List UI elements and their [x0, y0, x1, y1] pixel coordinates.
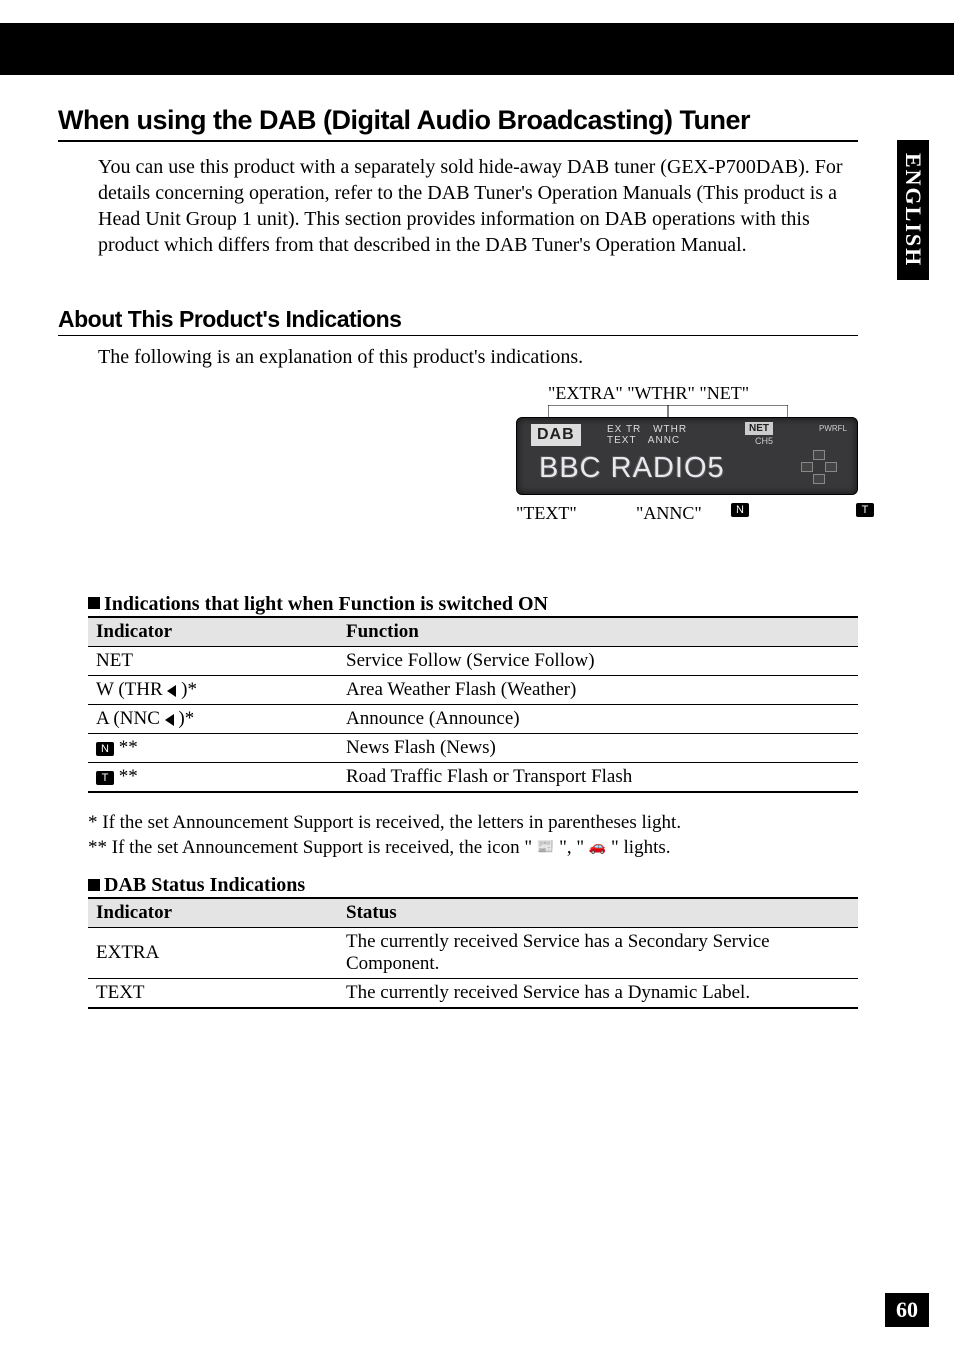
display-diagram: "EXTRA" "WTHR" "NET" DAB EX TR WTHR TEXT… — [98, 383, 858, 563]
bullet-icon — [88, 597, 100, 609]
cell-indicator: EXTRA — [88, 928, 338, 979]
table-row: T ** Road Traffic Flash or Transport Fla… — [88, 763, 858, 793]
left-triangle-icon — [165, 714, 174, 726]
lcd-net: NET — [745, 422, 773, 435]
lcd-channel: CH5 — [755, 436, 773, 446]
dab-badge: DAB — [531, 424, 581, 446]
n-icon: N — [96, 742, 114, 756]
page-title: When using the DAB (Digital Audio Broadc… — [58, 105, 858, 142]
intro-paragraph: You can use this product with a separate… — [98, 154, 858, 258]
cell-function: Area Weather Flash (Weather) — [338, 676, 858, 705]
cell-function: Service Follow (Service Follow) — [338, 647, 858, 676]
footnotes: * If the set Announcement Support is rec… — [88, 811, 858, 860]
table-row: NET Service Follow (Service Follow) — [88, 647, 858, 676]
bullet-icon — [88, 879, 100, 891]
language-tab: ENGLISH — [897, 140, 929, 280]
top-black-bar — [0, 23, 954, 75]
car-glyph-icon: 🚗 — [589, 839, 606, 857]
cell-function: Road Traffic Flash or Transport Flash — [338, 763, 858, 793]
cell-indicator: T ** — [88, 763, 338, 793]
lcd-indicator-row: EX TR WTHR TEXT ANNC — [607, 424, 695, 446]
table-row: EXTRA The currently received Service has… — [88, 928, 858, 979]
cell-indicator: N ** — [88, 734, 338, 763]
cell-indicator: TEXT — [88, 979, 338, 1009]
table-row: W (THR )* Area Weather Flash (Weather) — [88, 676, 858, 705]
status-table: Indicator Status EXTRA The currently rec… — [88, 897, 858, 1009]
lcd-display: DAB EX TR WTHR TEXT ANNC NET CH5 PWRFL B… — [516, 417, 858, 495]
table-row: A (NNC )* Announce (Announce) — [88, 705, 858, 734]
page-content: When using the DAB (Digital Audio Broadc… — [58, 105, 858, 1009]
dpad-icon — [801, 450, 835, 484]
table1-title: Indications that light when Function is … — [88, 593, 858, 616]
lcd-text: TEXT — [607, 435, 637, 446]
lcd-right-icons — [777, 442, 849, 488]
table2-header-status: Status — [338, 898, 858, 928]
table1-header-indicator: Indicator — [88, 617, 338, 647]
lcd-pwrfl: PWRFL — [819, 424, 847, 433]
cell-status: The currently received Service has a Sec… — [338, 928, 858, 979]
lcd-extr: EX TR — [607, 424, 641, 435]
cell-function: News Flash (News) — [338, 734, 858, 763]
news-glyph-icon: 📰 — [537, 839, 554, 857]
table2-title: DAB Status Indications — [88, 874, 858, 897]
language-tab-label: ENGLISH — [900, 153, 926, 267]
lcd-wthr: WTHR — [653, 424, 687, 435]
footnote-2: ** If the set Announcement Support is re… — [88, 836, 858, 861]
table2-header-indicator: Indicator — [88, 898, 338, 928]
cell-indicator: A (NNC )* — [88, 705, 338, 734]
left-triangle-icon — [167, 685, 176, 697]
cell-status: The currently received Service has a Dyn… — [338, 979, 858, 1009]
table-row: TEXT The currently received Service has … — [88, 979, 858, 1009]
table1-header-function: Function — [338, 617, 858, 647]
t-icon: T — [96, 771, 114, 785]
lcd-station-name: BBC RADIO5 — [539, 452, 725, 485]
section-paragraph: The following is an explanation of this … — [98, 346, 858, 369]
indicators-table: Indicator Function NET Service Follow (S… — [88, 616, 858, 793]
page-number: 60 — [885, 1293, 929, 1327]
cell-indicator: W (THR )* — [88, 676, 338, 705]
lcd-annc: ANNC — [648, 435, 680, 446]
section-heading: About This Product's Indications — [58, 306, 858, 336]
table-row: N ** News Flash (News) — [88, 734, 858, 763]
cell-indicator: NET — [88, 647, 338, 676]
label-annc: "ANNC" — [636, 503, 702, 524]
label-text: "TEXT" — [516, 503, 577, 524]
display-top-labels: "EXTRA" "WTHR" "NET" — [548, 383, 749, 404]
cell-function: Announce (Announce) — [338, 705, 858, 734]
footnote-1: * If the set Announcement Support is rec… — [88, 811, 858, 836]
